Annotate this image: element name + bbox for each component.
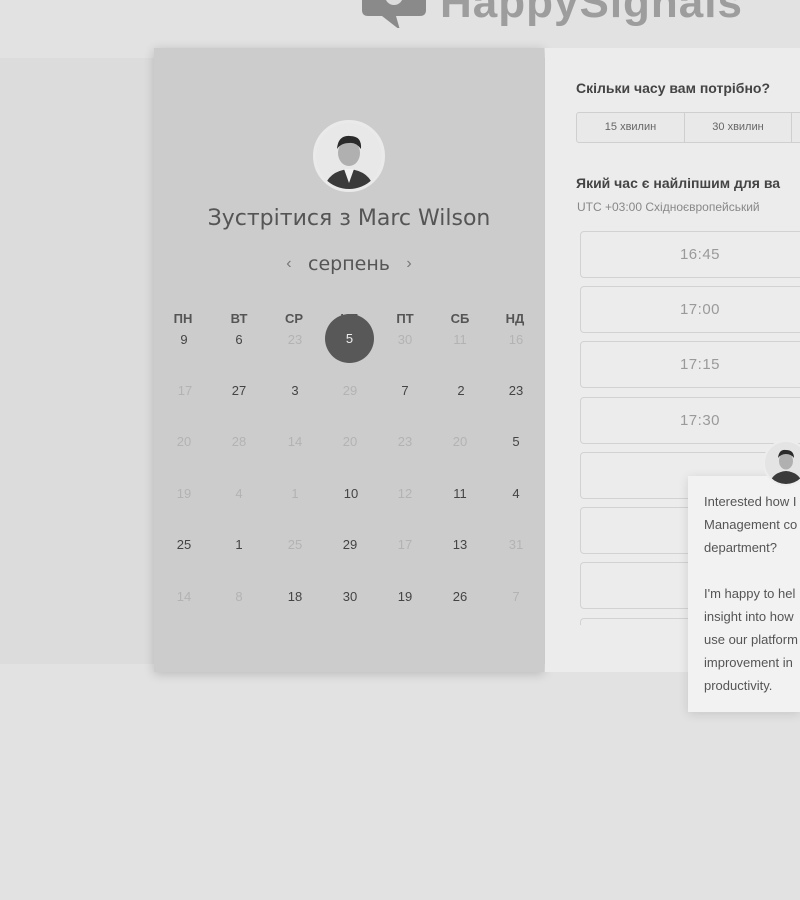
calendar-day[interactable]: 27 xyxy=(219,383,259,399)
calendar-day: 23 xyxy=(397,434,413,449)
calendar-day: 19 xyxy=(176,486,192,501)
calendar-day: 28 xyxy=(231,434,247,449)
calendar-day: 29 xyxy=(342,383,358,398)
calendar-day[interactable]: 3 xyxy=(275,383,315,399)
chat-line: Interested how I xyxy=(704,494,797,509)
duration-selector: 15 хвилин 30 хвилин xyxy=(576,112,800,143)
calendar-day: 1 xyxy=(291,486,299,501)
calendar-day: 20 xyxy=(452,434,468,449)
calendar-day: 17 xyxy=(397,537,413,552)
duration-question: Скільки часу вам потрібно? xyxy=(576,80,771,96)
timezone-label[interactable]: UTC +03:00 Східноєвропейський xyxy=(577,200,760,214)
weekday-wed: СР xyxy=(284,311,304,326)
calendar-day[interactable]: 6 xyxy=(219,332,259,348)
calendar-day: 25 xyxy=(287,537,303,552)
calendar-day: 12 xyxy=(397,486,413,501)
calendar-day: 14 xyxy=(287,434,303,449)
calendar-day[interactable]: 7 xyxy=(385,383,425,399)
chat-line: Management co xyxy=(704,517,798,532)
calendar-day: 16 xyxy=(508,332,524,347)
calendar-day[interactable]: 2 xyxy=(441,383,481,399)
weekday-fri: ПТ xyxy=(396,311,414,326)
meeting-title: Зустрітися з Marc Wilson xyxy=(207,206,491,231)
calendar-day: 17 xyxy=(177,383,193,398)
chat-line: improvement in xyxy=(704,655,793,670)
weekday-tue: ВТ xyxy=(230,311,248,326)
calendar-day[interactable]: 5 xyxy=(496,434,536,450)
chat-line: insight into how xyxy=(704,609,794,624)
calendar-day[interactable]: 4 xyxy=(496,486,536,502)
weekday-sun: НД xyxy=(505,311,525,326)
weekday-mon: ПН xyxy=(173,311,193,326)
duration-30-button[interactable]: 30 хвилин xyxy=(685,113,792,142)
selected-day[interactable]: 5 xyxy=(325,314,374,363)
calendar-day[interactable]: 18 xyxy=(275,589,315,605)
time-question: Який час є найліпшим для ва xyxy=(576,175,781,191)
chat-popup[interactable]: Interested how I Management co departmen… xyxy=(688,476,800,712)
time-slot[interactable]: 17:30 xyxy=(580,397,800,444)
time-slot[interactable]: 17:00 xyxy=(580,286,800,333)
duration-15-button[interactable]: 15 хвилин xyxy=(577,113,685,142)
host-avatar xyxy=(313,120,385,192)
calendar-day[interactable]: 10 xyxy=(331,486,371,502)
chat-line: productivity. xyxy=(704,678,773,693)
calendar-day[interactable]: 11 xyxy=(440,486,480,502)
prev-month-icon[interactable]: ‹ xyxy=(278,255,299,273)
time-slot[interactable]: 17:15 xyxy=(580,341,800,388)
chat-line: I'm happy to hel xyxy=(704,586,796,601)
calendar-day[interactable]: 25 xyxy=(164,537,204,553)
calendar-day: 14 xyxy=(176,589,192,604)
calendar-day[interactable]: 13 xyxy=(440,537,480,553)
person-avatar-icon xyxy=(765,442,800,484)
calendar-day: 20 xyxy=(176,434,192,449)
chat-line: use our platform xyxy=(704,632,798,647)
calendar-day: 4 xyxy=(235,486,243,501)
logo-text: HappySignals xyxy=(440,0,743,27)
calendar-card: Зустрітися з Marc Wilson ‹ серпень › ПН … xyxy=(154,48,544,672)
speech-bubble-logo-icon xyxy=(362,0,426,28)
next-month-icon[interactable]: › xyxy=(398,255,419,273)
calendar-day[interactable]: 9 xyxy=(164,332,204,348)
duration-more-button[interactable] xyxy=(792,113,800,142)
calendar-day: 7 xyxy=(512,589,520,604)
calendar-day: 11 xyxy=(453,332,467,347)
calendar-day: 23 xyxy=(287,332,303,347)
calendar-day[interactable]: 19 xyxy=(385,589,425,605)
person-avatar-icon xyxy=(316,123,382,189)
chat-message: Interested how I Management co departmen… xyxy=(704,490,800,697)
month-label: серпень xyxy=(308,253,390,275)
calendar-day[interactable]: 29 xyxy=(330,537,370,553)
happysignals-logo: HappySignals xyxy=(360,0,800,35)
calendar-day: 20 xyxy=(342,434,358,449)
time-slot[interactable]: 16:45 xyxy=(580,231,800,278)
calendar-day[interactable]: 23 xyxy=(496,383,536,399)
calendar-day: 8 xyxy=(235,589,243,604)
weekday-sat: СБ xyxy=(450,311,470,326)
calendar-day[interactable]: 30 xyxy=(330,589,370,605)
chat-line: department? xyxy=(704,540,777,555)
calendar-day[interactable]: 26 xyxy=(440,589,480,605)
calendar-day: 30 xyxy=(397,332,413,347)
calendar-day: 31 xyxy=(508,537,524,552)
calendar-day[interactable]: 1 xyxy=(219,537,259,553)
month-navigation: ‹ серпень › xyxy=(154,253,544,275)
